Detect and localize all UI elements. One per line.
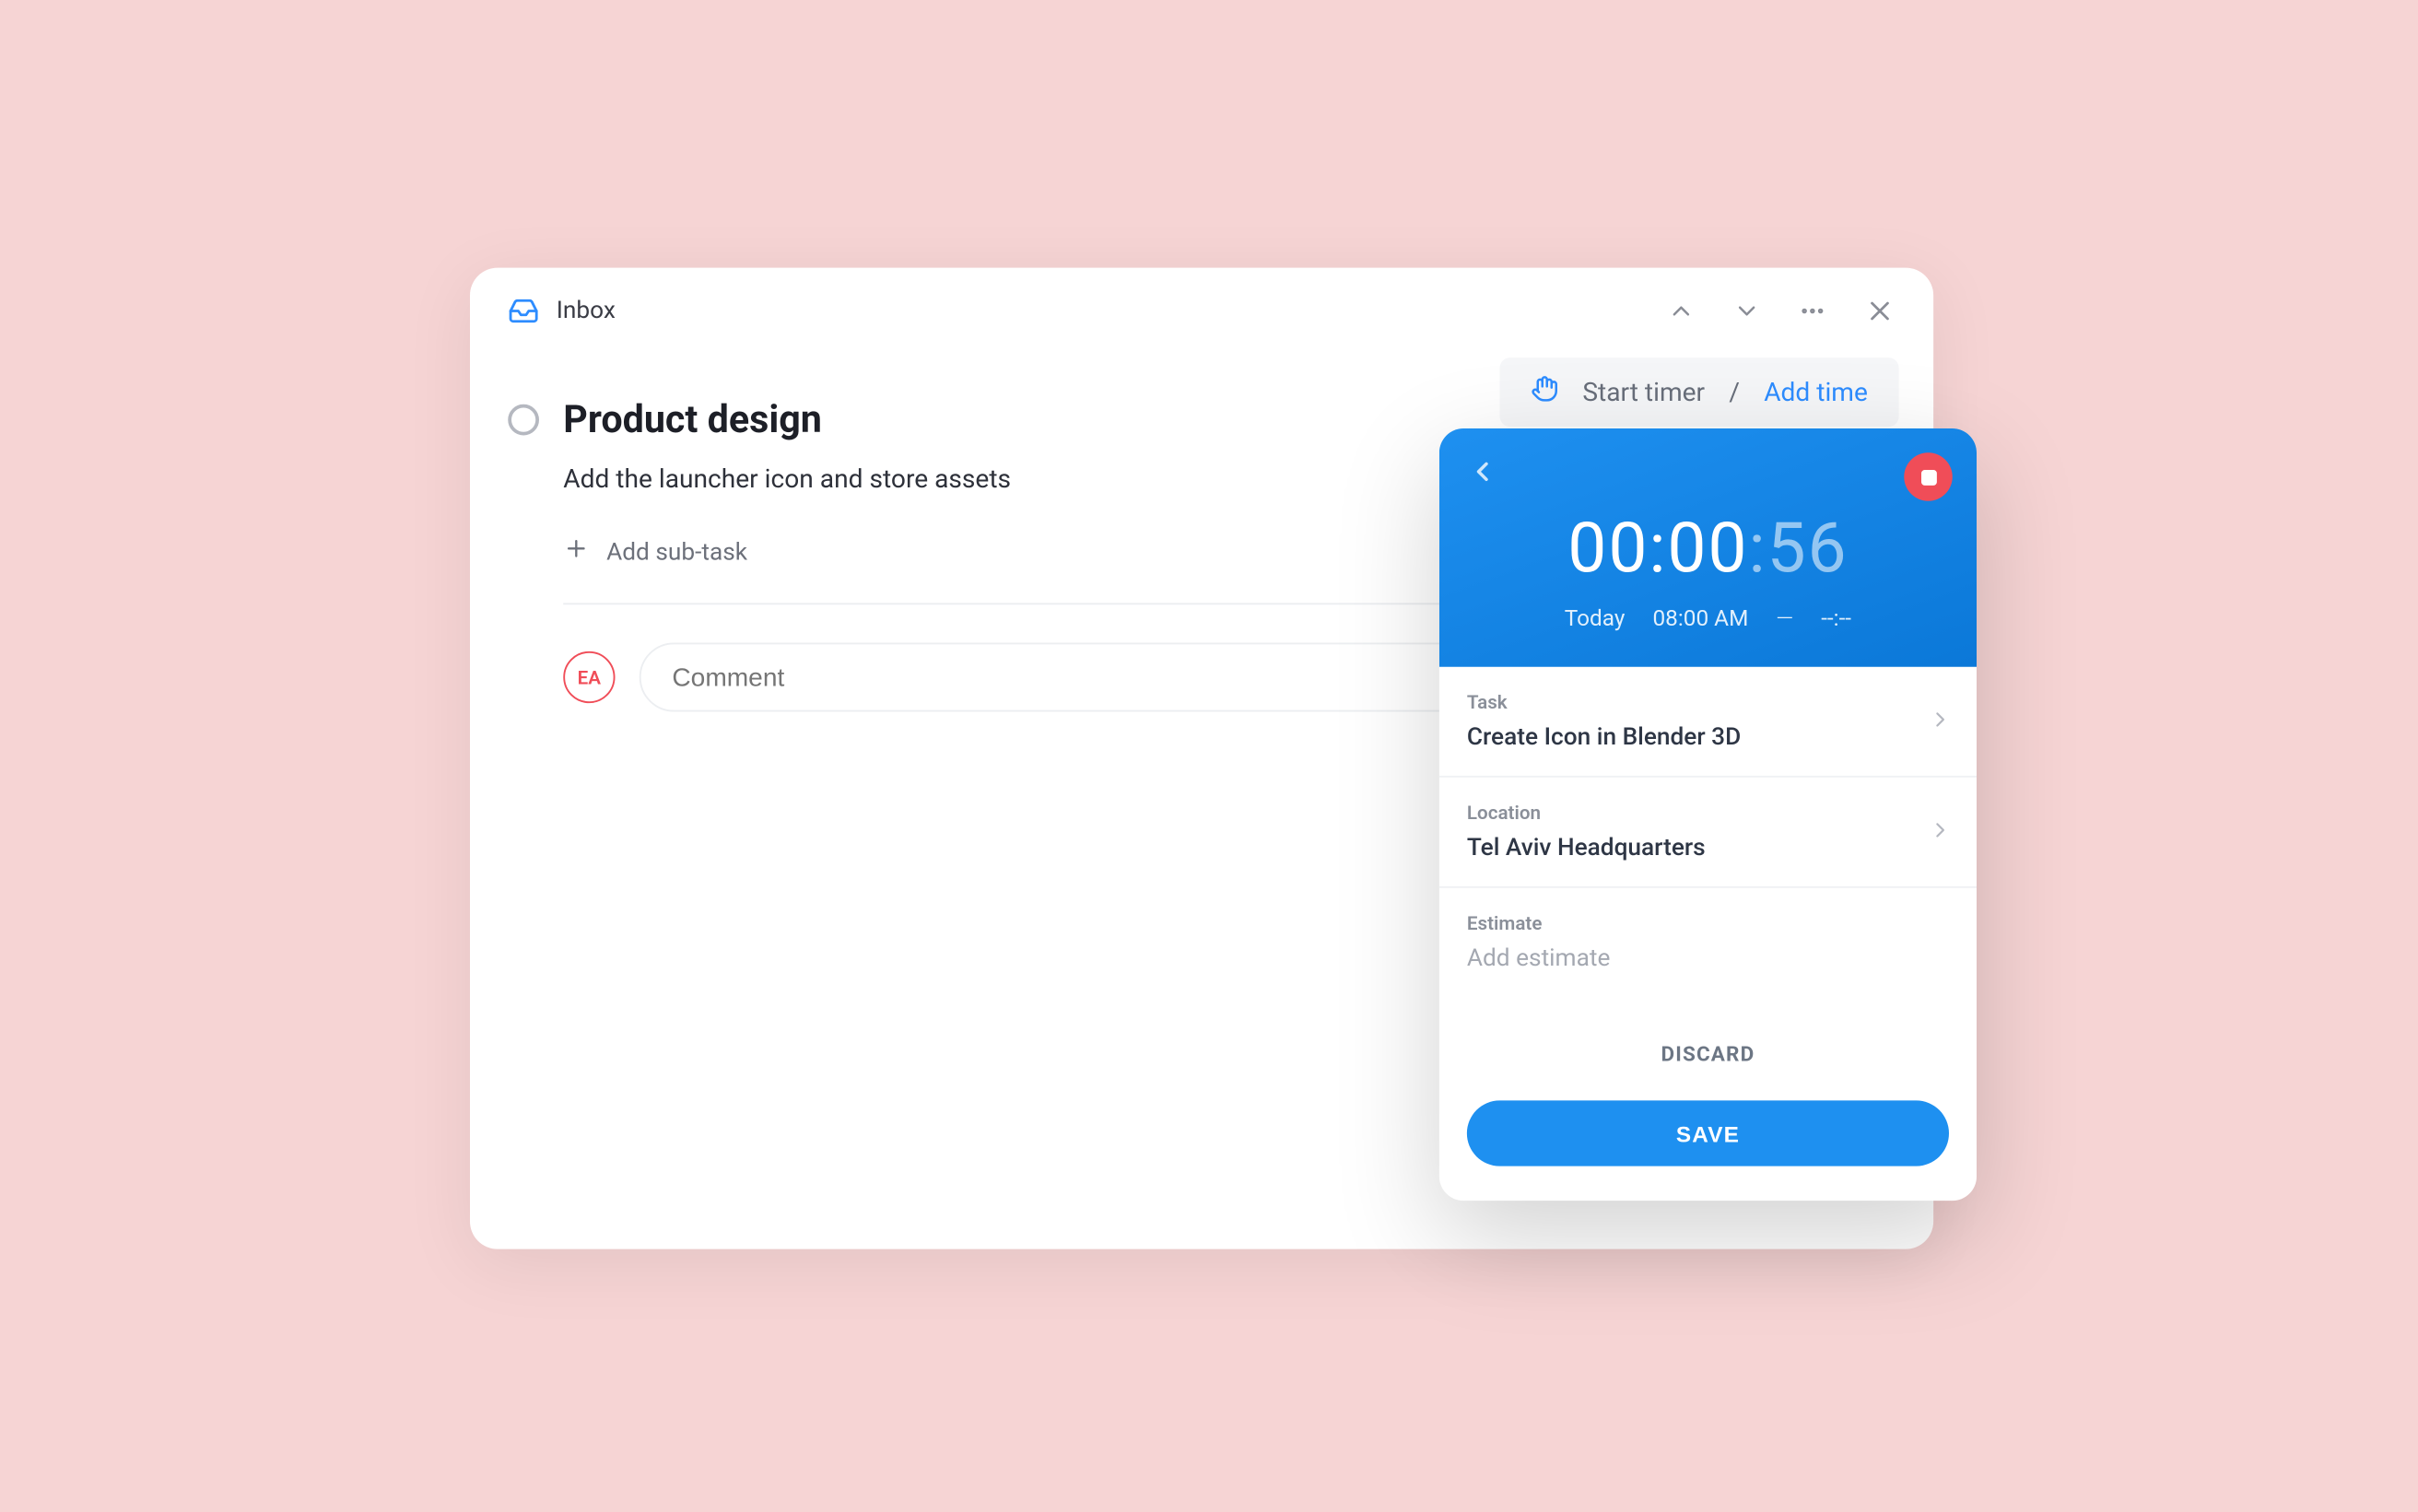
chevron-right-icon bbox=[1929, 705, 1953, 738]
timer-bar-separator: / bbox=[1729, 377, 1740, 408]
add-subtask-label: Add sub-task bbox=[606, 538, 747, 566]
timer-main: 00:00 bbox=[1567, 508, 1748, 589]
timer-header: 00:00:56 Today 08:00 AM — --:-- bbox=[1439, 428, 1977, 667]
inbox-icon bbox=[508, 296, 539, 327]
timer-display: 00:00:56 bbox=[1467, 508, 1949, 589]
estimate-field-label: Estimate bbox=[1467, 912, 1949, 934]
add-time-button[interactable]: Add time bbox=[1764, 377, 1868, 408]
task-field[interactable]: Task Create Icon in Blender 3D bbox=[1439, 667, 1977, 778]
next-icon[interactable] bbox=[1733, 298, 1761, 325]
panel-actions: DISCARD SAVE bbox=[1439, 997, 1977, 1201]
breadcrumb[interactable]: Inbox bbox=[508, 296, 616, 327]
estimate-field-placeholder: Add estimate bbox=[1467, 945, 1949, 973]
timer-seconds: :56 bbox=[1748, 508, 1848, 589]
location-field-label: Location bbox=[1467, 802, 1949, 824]
task-field-value: Create Icon in Blender 3D bbox=[1467, 724, 1949, 752]
location-field[interactable]: Location Tel Aviv Headquarters bbox=[1439, 778, 1977, 888]
more-icon[interactable] bbox=[1799, 298, 1826, 325]
timer-meta: Today 08:00 AM — --:-- bbox=[1467, 606, 1949, 632]
location-field-value: Tel Aviv Headquarters bbox=[1467, 835, 1949, 862]
hand-icon bbox=[1531, 375, 1558, 410]
prev-icon[interactable] bbox=[1667, 298, 1695, 325]
stop-button[interactable] bbox=[1904, 452, 1953, 501]
end-time[interactable]: --:-- bbox=[1821, 606, 1851, 632]
timer-panel: 00:00:56 Today 08:00 AM — --:-- Task Cre… bbox=[1439, 428, 1977, 1201]
card-header: Inbox bbox=[470, 268, 1933, 355]
range-separator: — bbox=[1776, 606, 1793, 632]
save-button[interactable]: SAVE bbox=[1467, 1100, 1949, 1166]
estimate-field[interactable]: Estimate Add estimate bbox=[1439, 888, 1977, 997]
close-icon[interactable] bbox=[1864, 296, 1896, 327]
stop-icon bbox=[1920, 469, 1936, 485]
start-time[interactable]: 08:00 AM bbox=[1652, 606, 1748, 632]
day-label: Today bbox=[1565, 606, 1626, 632]
avatar[interactable]: EA bbox=[563, 651, 615, 703]
plus-icon bbox=[563, 535, 589, 568]
inbox-label: Inbox bbox=[557, 298, 616, 325]
task-complete-checkbox[interactable] bbox=[508, 404, 539, 436]
chevron-right-icon bbox=[1929, 815, 1953, 849]
timer-bar: Start timer / Add time bbox=[1499, 357, 1898, 427]
header-actions bbox=[1667, 296, 1896, 327]
task-field-label: Task bbox=[1467, 691, 1949, 713]
discard-button[interactable]: DISCARD bbox=[1661, 1031, 1755, 1076]
start-timer-button[interactable]: Start timer bbox=[1582, 377, 1705, 408]
back-icon[interactable] bbox=[1467, 456, 1498, 487]
